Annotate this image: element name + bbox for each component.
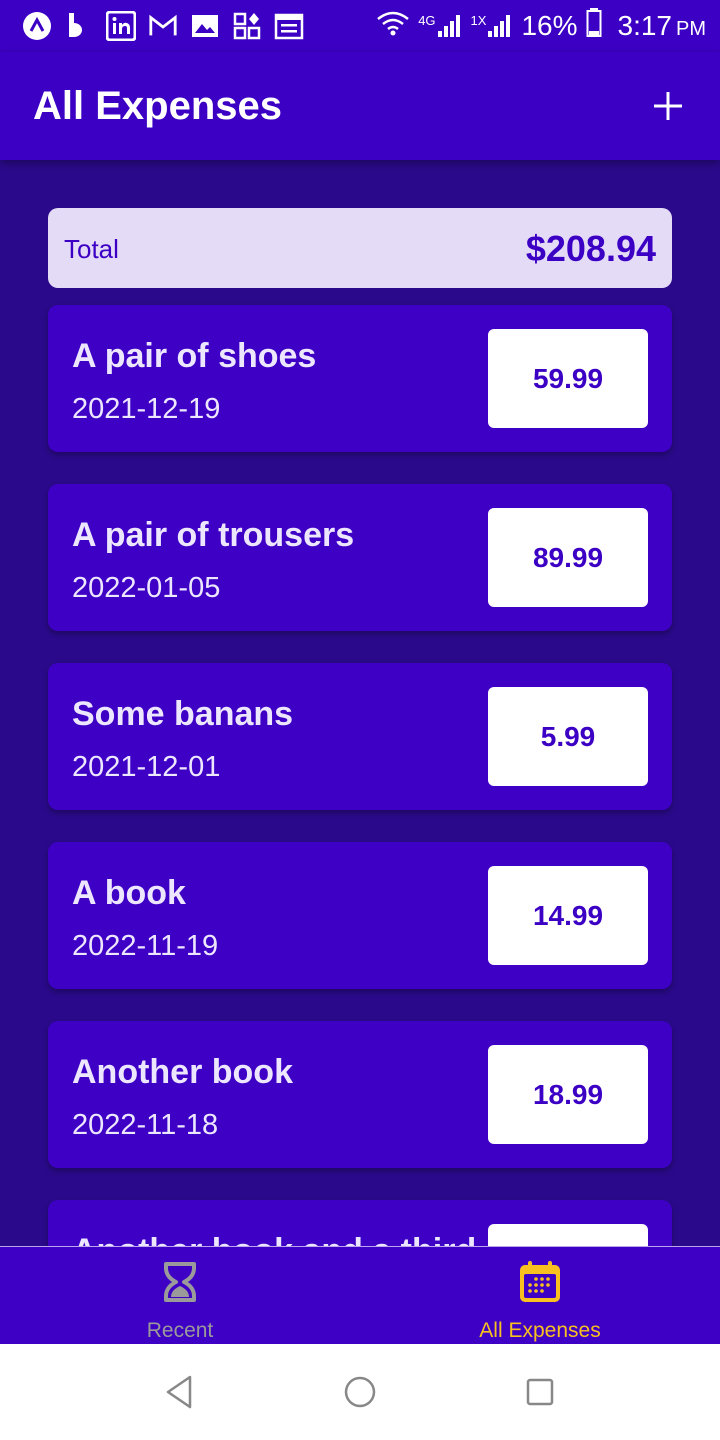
expense-description: Some banans — [72, 695, 294, 733]
expense-description: A book — [72, 874, 186, 912]
signal-sim2-icon: 1X — [471, 13, 514, 39]
expense-amount — [488, 1224, 648, 1246]
gmail-icon — [148, 11, 178, 41]
expense-date: 2021-12-01 — [72, 751, 221, 783]
bottom-tab-bar: Recent All Expenses — [0, 1246, 720, 1345]
wifi-icon — [376, 10, 410, 43]
system-nav-bar — [0, 1344, 720, 1440]
expense-amount: 14.99 — [488, 866, 648, 965]
signal-sim1-icon: 4G — [418, 13, 462, 39]
expenses-content[interactable]: Total $208.94 A pair of shoes 2021-12-19… — [0, 160, 720, 1246]
expense-item[interactable]: Another book and a third — [48, 1200, 672, 1246]
status-bar: 4G 1X 16% 3:17 PM — [0, 0, 720, 52]
expense-date: 2022-11-19 — [72, 930, 219, 962]
apps-grid-icon — [232, 11, 262, 41]
tab-all-expenses-label: All Expenses — [479, 1319, 601, 1342]
calendar-icon — [520, 1261, 560, 1302]
page-title: All Expenses — [33, 84, 283, 128]
tab-recent[interactable]: Recent — [0, 1247, 360, 1345]
gallery-icon — [190, 11, 220, 41]
expense-description: Another book and a third — [72, 1232, 476, 1246]
recents-icon[interactable] — [520, 1372, 560, 1412]
expenses-list: A pair of shoes 2021-12-19 59.99 A pair … — [48, 305, 672, 1246]
expense-date: 2022-11-18 — [72, 1109, 219, 1141]
expense-amount: 5.99 — [488, 687, 648, 786]
expense-item[interactable]: A pair of shoes 2021-12-19 59.99 — [48, 305, 672, 452]
clock-ampm: PM — [676, 18, 706, 40]
expense-amount: 59.99 — [488, 329, 648, 428]
expense-description: Another book — [72, 1053, 293, 1091]
expense-item[interactable]: A pair of trousers 2022-01-05 89.99 — [48, 484, 672, 631]
hourglass-icon — [164, 1262, 196, 1302]
expense-amount: 18.99 — [488, 1045, 648, 1144]
expense-item[interactable]: A book 2022-11-19 14.99 — [48, 842, 672, 989]
expense-item[interactable]: Another book 2022-11-18 18.99 — [48, 1021, 672, 1168]
expense-date: 2021-12-19 — [72, 393, 221, 425]
network-type-1: 4G — [418, 13, 436, 28]
tab-recent-label: Recent — [146, 1319, 214, 1342]
expenses-summary: Total $208.94 — [48, 208, 672, 288]
tab-all-expenses[interactable]: All Expenses — [360, 1247, 720, 1345]
b-app-icon — [64, 11, 94, 41]
expense-amount: 89.99 — [488, 508, 648, 607]
add-expense-button[interactable] — [646, 84, 690, 128]
battery-icon — [586, 7, 602, 45]
back-icon[interactable] — [160, 1372, 200, 1412]
app-notification-icon — [22, 11, 52, 41]
clock-time: 3:17 — [617, 10, 673, 41]
home-icon[interactable] — [340, 1372, 380, 1412]
expense-date: 2022-01-05 — [72, 572, 221, 604]
plus-icon — [654, 92, 682, 120]
battery-percent: 16% — [521, 10, 578, 41]
summary-total-amount: $208.94 — [525, 228, 656, 269]
summary-label: Total — [64, 234, 119, 264]
expense-item[interactable]: Some banans 2021-12-01 5.99 — [48, 663, 672, 810]
expense-description: A pair of trousers — [72, 516, 355, 554]
app-bar: All Expenses — [0, 52, 720, 160]
calendar-notification-icon — [274, 11, 304, 41]
network-type-2: 1X — [470, 13, 487, 28]
expense-description: A pair of shoes — [72, 337, 317, 375]
linkedin-icon — [106, 11, 136, 41]
